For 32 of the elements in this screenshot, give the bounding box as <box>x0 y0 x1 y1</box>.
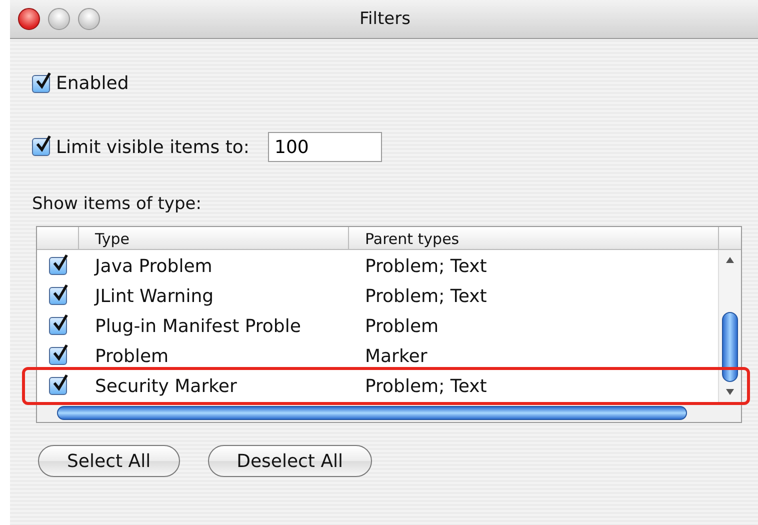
column-header[interactable]: Type <box>79 227 349 249</box>
checkbox[interactable] <box>32 138 50 156</box>
checkbox[interactable] <box>32 74 50 92</box>
table-cell-text: JLint Warning <box>93 286 215 306</box>
minimize-button[interactable] <box>48 8 70 30</box>
table-cell-text: Problem; Text <box>364 256 488 276</box>
deselect-all-button[interactable]: Deselect All <box>208 445 372 477</box>
checkbox-label: Enabled <box>56 73 129 94</box>
section-label: Show items of type: <box>32 194 202 214</box>
window-title: Filters <box>358 9 412 29</box>
table-cell-text: Problem; Text <box>364 376 488 396</box>
table-cell-text: Security Marker <box>94 376 238 396</box>
checkbox[interactable] <box>49 257 67 275</box>
close-button[interactable] <box>18 8 40 30</box>
checkbox[interactable] <box>49 377 67 395</box>
limit-input-field[interactable]: 100 <box>268 132 382 162</box>
checkbox[interactable] <box>49 287 67 305</box>
checkbox[interactable] <box>49 317 67 335</box>
table-cell-text: Problem; Text <box>364 286 488 306</box>
select-all-button[interactable]: Select All <box>38 445 180 477</box>
column-header[interactable]: Parent types <box>349 227 719 249</box>
table-cell-text: Marker <box>364 346 428 366</box>
table-cell-text: Plug-in Manifest Proble <box>94 316 302 336</box>
table-cell-text: Problem <box>364 316 440 336</box>
scroll-down-arrow-icon[interactable] <box>725 387 735 397</box>
checkbox-label: Limit visible items to: <box>56 136 250 158</box>
scroll-up-arrow-icon[interactable] <box>725 255 735 265</box>
vertical-scrollbar[interactable] <box>718 250 741 402</box>
checkbox[interactable] <box>49 347 67 365</box>
zoom-button[interactable] <box>78 8 100 30</box>
table-cell-text: Java Problem <box>93 256 214 276</box>
table-cell-text: Problem <box>94 346 170 366</box>
